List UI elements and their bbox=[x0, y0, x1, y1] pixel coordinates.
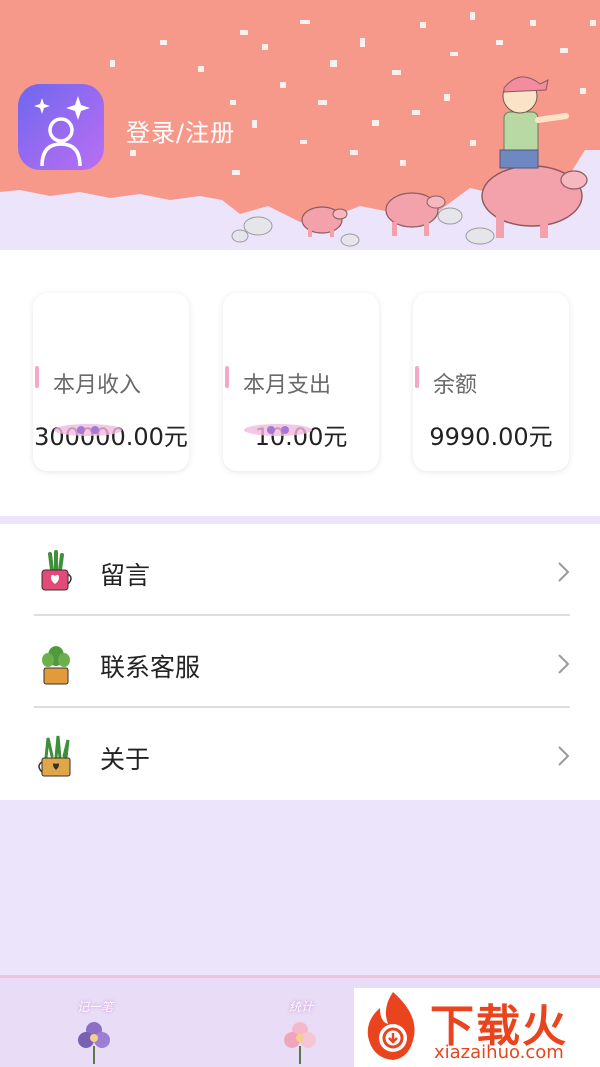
monthly-stats: 本月收入 300000.00元 本月支出 10.00元 余额 9990.00元 bbox=[0, 250, 600, 516]
plant-pot-heart-icon bbox=[41, 550, 72, 591]
tab-statistics[interactable]: 统计 bbox=[256, 984, 346, 1066]
tab-record[interactable]: 记一笔 bbox=[50, 984, 140, 1066]
plant-basket-icon bbox=[38, 735, 71, 777]
divider bbox=[34, 614, 570, 616]
divider bbox=[34, 706, 570, 708]
income-label: 本月收入 bbox=[53, 373, 142, 398]
menu-item-label: 留言 bbox=[100, 561, 151, 590]
accent-bar bbox=[415, 366, 419, 388]
income-card: 本月收入 300000.00元 bbox=[33, 293, 189, 471]
menu-item-message[interactable]: 留言 bbox=[0, 526, 600, 616]
tab-label: 统计 bbox=[288, 1000, 313, 1014]
flower-icon bbox=[284, 1022, 316, 1064]
user-icon bbox=[34, 96, 90, 167]
menu-item-label: 关于 bbox=[100, 745, 151, 774]
balance-label: 余额 bbox=[433, 373, 478, 398]
menu-item-contact-support[interactable]: 联系客服 bbox=[0, 618, 600, 708]
profile-header: 登录/注册 bbox=[0, 0, 600, 250]
accent-bar bbox=[35, 366, 39, 388]
watermark-url: xiazaihuo.com bbox=[434, 1042, 564, 1063]
chevron-right-icon bbox=[558, 562, 570, 582]
watermark: 下载火 xiazaihuo.com bbox=[354, 988, 600, 1067]
pig-sticker-icon bbox=[54, 424, 122, 436]
pig-sticker-icon bbox=[244, 424, 312, 436]
settings-menu: 留言 联系客服 关于 bbox=[0, 524, 600, 800]
chevron-right-icon bbox=[558, 654, 570, 674]
succulent-pot-icon bbox=[42, 646, 70, 685]
avatar[interactable] bbox=[18, 84, 104, 170]
flame-logo-icon bbox=[367, 992, 415, 1060]
menu-item-about[interactable]: 关于 bbox=[0, 710, 600, 800]
balance-value: 9990.00元 bbox=[429, 423, 553, 451]
login-register-link[interactable]: 登录/注册 bbox=[126, 113, 235, 148]
balance-card: 余额 9990.00元 bbox=[413, 293, 569, 471]
menu-item-label: 联系客服 bbox=[100, 653, 201, 682]
expense-label: 本月支出 bbox=[243, 373, 332, 398]
flower-icon bbox=[78, 1022, 110, 1064]
chevron-right-icon bbox=[558, 746, 570, 766]
accent-bar bbox=[225, 366, 229, 388]
section-divider bbox=[0, 516, 600, 524]
tab-label: 记一笔 bbox=[76, 1000, 113, 1014]
expense-card: 本月支出 10.00元 bbox=[223, 293, 379, 471]
